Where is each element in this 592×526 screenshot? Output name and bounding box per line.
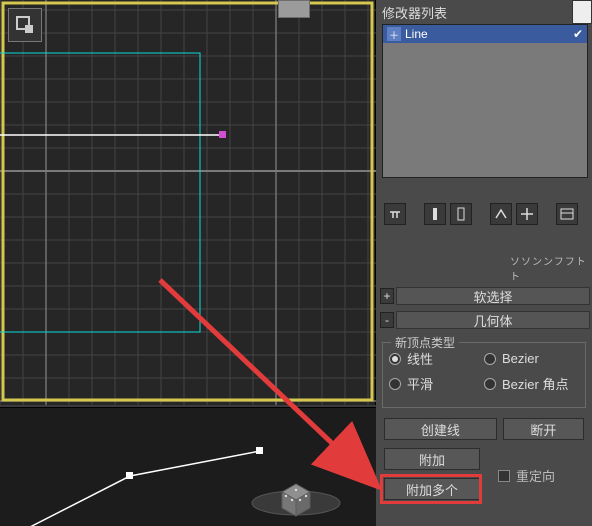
attach-button[interactable]: 附加 (384, 448, 480, 470)
radio-smooth[interactable]: 平滑 (389, 374, 484, 393)
modifier-sets-icon[interactable] (556, 203, 578, 225)
modifier-list-label: 修改器列表 (382, 3, 447, 22)
rollout-geometry[interactable]: - 几何体 (378, 309, 590, 331)
radio-bezier[interactable]: Bezier (484, 349, 579, 368)
break-button[interactable]: 断开 (503, 418, 584, 440)
rollout-soft-selection[interactable]: + 软选择 (378, 285, 590, 307)
pin-stack-icon[interactable] (384, 203, 406, 225)
radio-label: 平滑 (407, 374, 433, 393)
viewport-perspective[interactable] (0, 407, 376, 526)
radio-label: Bezier 角点 (502, 374, 568, 393)
modifier-stack-toolbar (382, 200, 588, 228)
viewcube-icon[interactable] (278, 0, 310, 18)
attach-multiple-button[interactable]: 附加多个 (384, 478, 480, 500)
remove-modifier-icon[interactable] (490, 203, 512, 225)
radio-bezier-corner[interactable]: Bezier 角点 (484, 374, 579, 393)
check-icon: ✔ (573, 27, 583, 41)
rollout-expand-icon[interactable]: + (380, 288, 394, 304)
rollout-collapse-icon[interactable]: - (380, 312, 394, 328)
radio-label: Bezier (502, 351, 539, 366)
group-new-vertex-type: 新顶点类型 线性 Bezier 平滑 Bezier 角点 (382, 342, 586, 408)
viewport-grid (0, 0, 376, 405)
scroll-hint: ソソンンフフトト (510, 253, 592, 283)
modify-panel: 修改器列表 ＋ Line ✔ ソソンンフフトト (376, 0, 592, 526)
viewport-menu-button[interactable] (8, 8, 42, 42)
rollout-label: 软选择 (396, 287, 590, 305)
radio-label: 线性 (407, 349, 433, 368)
group-title: 新顶点类型 (391, 334, 459, 351)
modifier-stack-item-line[interactable]: ＋ Line ✔ (383, 25, 587, 43)
radio-icon (484, 353, 496, 365)
modifier-list-dropdown[interactable] (572, 0, 592, 24)
modifier-stack[interactable]: ＋ Line ✔ (382, 24, 588, 178)
rollout-label: 几何体 (396, 311, 590, 329)
viewport-top[interactable] (0, 0, 376, 405)
create-line-button[interactable]: 创建线 (384, 418, 497, 440)
expand-icon[interactable]: ＋ (387, 27, 401, 41)
show-end-result-icon[interactable] (424, 203, 446, 225)
modifier-item-label: Line (405, 27, 428, 41)
configure-sets-icon[interactable] (516, 203, 538, 225)
radio-linear[interactable]: 线性 (389, 349, 484, 368)
radio-icon (389, 353, 401, 365)
radio-icon (389, 378, 401, 390)
make-unique-icon[interactable] (450, 203, 472, 225)
radio-icon (484, 378, 496, 390)
vertex-marker[interactable] (219, 131, 226, 138)
